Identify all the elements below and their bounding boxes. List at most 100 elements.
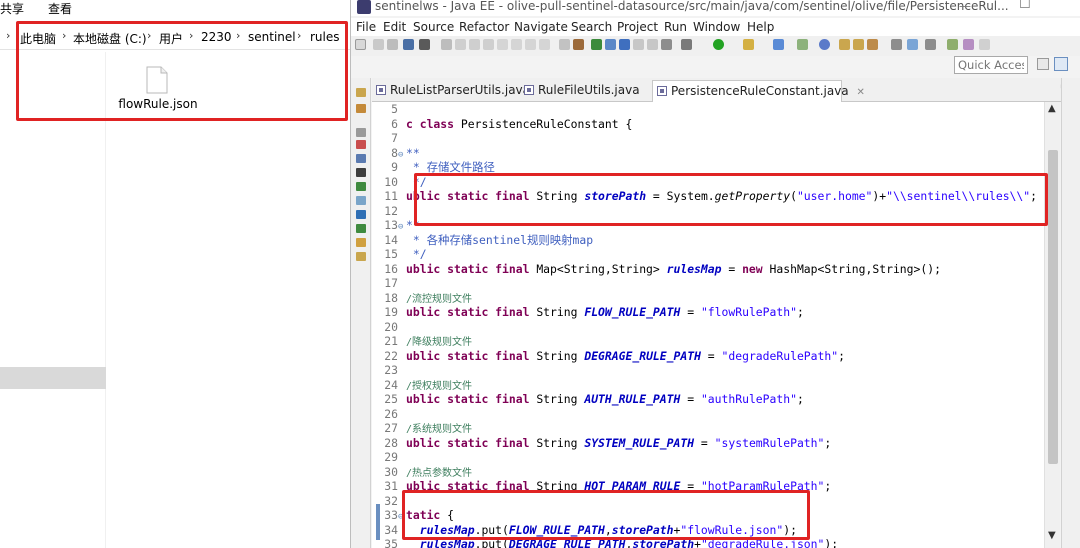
menu-help[interactable]: Help	[747, 20, 774, 34]
file-name-label[interactable]: flowRule.json	[112, 96, 204, 112]
code-line[interactable]: 7	[380, 131, 1040, 146]
maximize-icon[interactable]: ☐	[1019, 0, 1031, 12]
code-line[interactable]: 14 * 各种存储sentinel规则映射map	[380, 233, 1040, 248]
step-over-icon[interactable]	[525, 39, 536, 50]
search-icon[interactable]	[867, 39, 878, 50]
code-line[interactable]: 22 ublic static final String DEGRAGE_RULE…	[380, 349, 1040, 364]
disconnect-icon[interactable]	[497, 39, 508, 50]
annotation-icon[interactable]	[907, 39, 918, 50]
code-line[interactable]: 35 rulesMap.put(DEGRAGE_RULE_PATH,storeP…	[380, 537, 1040, 548]
code-line[interactable]: 18/流控规则文件	[380, 291, 1040, 306]
open-type-icon[interactable]	[839, 39, 850, 50]
code-line[interactable]: 21/降级规则文件	[380, 334, 1040, 349]
code-line[interactable]: 29	[380, 450, 1040, 465]
mark-icon[interactable]	[619, 39, 630, 50]
step-return-icon[interactable]	[539, 39, 550, 50]
breadcrumb-chevron-icon[interactable]: ›	[6, 29, 10, 42]
debug-icon[interactable]	[681, 39, 692, 50]
snippets-icon[interactable]	[356, 224, 366, 233]
progress-icon[interactable]	[356, 252, 366, 261]
code-line[interactable]: 13⊖ **	[380, 218, 1040, 233]
minimize-icon[interactable]: —	[959, 0, 971, 13]
code-line[interactable]: 16 ublic static final Map<String,String> …	[380, 262, 1040, 277]
code-line[interactable]: 5	[380, 102, 1040, 117]
resume-icon[interactable]	[455, 39, 466, 50]
tab-persistencerulecontant[interactable]: PersistenceRuleConstant.java ✕	[652, 80, 865, 102]
breadcrumb-this-pc[interactable]: 此电脑	[20, 30, 56, 47]
code-line[interactable]: 28 ublic static final String SYSTEM_RULE_…	[380, 436, 1040, 451]
menu-run[interactable]: Run	[664, 20, 687, 34]
ribbon-tab-share[interactable]: 共享	[0, 0, 24, 17]
editor-vertical-scrollbar[interactable]: ▲ ▼	[1044, 102, 1060, 548]
markers-icon[interactable]	[356, 182, 366, 191]
code-line[interactable]: 20	[380, 320, 1040, 335]
code-line[interactable]: 17	[380, 276, 1040, 291]
menu-source[interactable]: Source	[413, 20, 454, 34]
quick-access-input[interactable]	[954, 56, 1028, 74]
data-source-icon[interactable]	[356, 210, 366, 219]
forward-disabled-icon[interactable]	[979, 39, 990, 50]
menu-navigate[interactable]: Navigate	[514, 20, 568, 34]
restore-icon[interactable]	[356, 88, 366, 97]
build-icon[interactable]	[573, 39, 584, 50]
new-icon[interactable]	[355, 39, 366, 50]
code-line[interactable]: 6 c class PersistenceRuleConstant {	[380, 117, 1040, 132]
breadcrumb-rules[interactable]: rules	[310, 30, 340, 44]
suspend-icon[interactable]	[469, 39, 480, 50]
perspective-javaee-icon[interactable]	[1054, 57, 1068, 71]
problems-icon[interactable]	[356, 140, 366, 149]
code-line[interactable]: 12	[380, 204, 1040, 219]
code-line[interactable]: 25 ublic static final String AUTH_RULE_PA…	[380, 392, 1040, 407]
code-line[interactable]: 8⊖ **	[380, 146, 1040, 161]
nav-selected-item[interactable]	[0, 367, 106, 389]
console-view-icon[interactable]	[356, 154, 366, 163]
new-project-icon[interactable]	[797, 39, 808, 50]
outline-icon[interactable]	[356, 168, 366, 177]
skip-icon[interactable]	[441, 39, 452, 50]
code-line[interactable]: 15 */	[380, 247, 1040, 262]
scroll-down-icon[interactable]: ▼	[1048, 530, 1056, 541]
tasks-icon[interactable]	[356, 238, 366, 247]
coverage-icon[interactable]	[743, 39, 754, 50]
scroll-up-icon[interactable]: ▲	[1048, 103, 1056, 114]
filter-icon[interactable]	[591, 39, 602, 50]
save-icon[interactable]	[373, 39, 384, 50]
code-line[interactable]: 30/热点参数文件	[380, 465, 1040, 480]
code-line[interactable]: 31 ublic static final String HOT_PARAM_RU…	[380, 479, 1040, 494]
menu-refactor[interactable]: Refactor	[459, 20, 509, 34]
panel-icon[interactable]	[633, 39, 644, 50]
breadcrumb-users[interactable]: 用户	[159, 30, 183, 47]
code-line[interactable]: 24/授权规则文件	[380, 378, 1040, 393]
code-line[interactable]: 34 rulesMap.put(FLOW_RULE_PATH,storePath…	[380, 523, 1040, 538]
code-line[interactable]: 27/系统规则文件	[380, 421, 1040, 436]
console-icon[interactable]	[661, 39, 672, 50]
menu-window[interactable]: Window	[693, 20, 740, 34]
close-icon[interactable]: ✕	[857, 87, 865, 98]
code-line[interactable]: 23	[380, 363, 1040, 378]
code-line[interactable]: 11 ublic static final String storePath = …	[380, 189, 1040, 204]
tab-rulelistparserutils[interactable]: RuleListParserUtils.java	[372, 80, 530, 102]
panel-alt-icon[interactable]	[647, 39, 658, 50]
file-icon[interactable]	[146, 66, 168, 94]
menu-project[interactable]: Project	[617, 20, 658, 34]
servers-icon[interactable]	[356, 196, 366, 205]
code-line[interactable]: 32	[380, 494, 1040, 509]
collapse-icon[interactable]	[356, 128, 366, 137]
next-annotation-icon[interactable]	[925, 39, 936, 50]
step-into-icon[interactable]	[511, 39, 522, 50]
breadcrumb-user-folder[interactable]: 2230	[201, 30, 232, 44]
menu-search[interactable]: Search	[571, 20, 612, 34]
tools-icon[interactable]	[559, 39, 570, 50]
tab-rulefileutils[interactable]: RuleFileUtils.java	[520, 80, 650, 102]
perspective-open-icon[interactable]	[1037, 58, 1049, 70]
forward-icon[interactable]	[963, 39, 974, 50]
scrollbar-thumb[interactable]	[1048, 150, 1058, 464]
edit-icon[interactable]	[605, 39, 616, 50]
new-server-icon[interactable]	[773, 39, 784, 50]
run-icon[interactable]	[713, 39, 724, 50]
back-icon[interactable]	[947, 39, 958, 50]
ribbon-tab-view[interactable]: 查看	[48, 0, 72, 17]
globe-icon[interactable]	[819, 39, 830, 50]
code-line[interactable]: 26	[380, 407, 1040, 422]
code-line[interactable]: 33⊖ tatic {	[380, 508, 1040, 523]
